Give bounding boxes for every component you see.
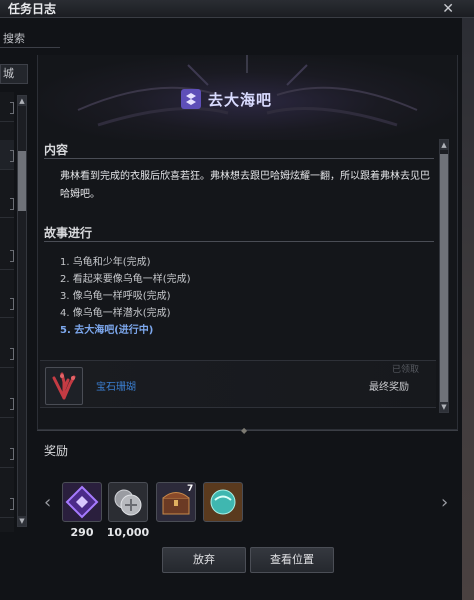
story-step-active: 5. 去大海吧(进行中) <box>60 325 154 336</box>
view-location-button[interactable]: 查看位置 <box>250 547 334 573</box>
quest-name: 去大海吧 <box>208 90 273 109</box>
chevron-left-icon[interactable]: ‹ <box>44 492 51 513</box>
section-divider <box>37 430 458 431</box>
list-marker <box>10 498 14 510</box>
detail-scrollbar[interactable]: ▲ ▼ <box>439 139 449 413</box>
list-marker <box>10 250 14 262</box>
list-marker <box>10 348 14 360</box>
scroll-thumb[interactable] <box>440 154 448 404</box>
list-item[interactable] <box>0 338 14 368</box>
list-item[interactable] <box>0 188 14 218</box>
list-marker <box>10 298 14 310</box>
story-heading: 故事进行 <box>44 226 93 240</box>
story-steps: 1. 乌龟和少年(完成) 2. 看起来要像乌龟一样(完成) 3. 像乌龟一样呼吸… <box>60 254 191 339</box>
reward-slot[interactable] <box>62 482 102 522</box>
coral-gem-icon <box>52 372 76 400</box>
story-step: 4. 像乌龟一样潜水(完成) <box>60 308 171 319</box>
quest-title: 去大海吧 <box>180 86 272 112</box>
list-item[interactable] <box>0 288 14 318</box>
scroll-down-icon[interactable]: ▼ <box>18 516 26 526</box>
cyan-orb-icon <box>210 489 236 515</box>
scroll-up-icon[interactable]: ▲ <box>18 96 26 106</box>
scroll-up-icon[interactable]: ▲ <box>440 140 448 150</box>
story-step: 2. 看起来要像乌龟一样(完成) <box>60 274 191 285</box>
list-item[interactable] <box>0 488 14 518</box>
silver-coins-icon <box>114 489 142 516</box>
reward-count: 10,000 <box>106 526 150 539</box>
list-item[interactable] <box>0 140 14 170</box>
ornament-icon: ◆ <box>241 426 248 435</box>
quest-log-window: 任务日志 ✕ 搜索 城 ▲ ▼ 去大海吧 内容 弗林看到完成的衣服后欣喜若狂。弗… <box>0 0 474 600</box>
quest-description: 弗林看到完成的衣服后欣喜若狂。弗林想去跟巴哈姆炫耀一翻，所以跟着弗林去见巴哈姆吧… <box>60 171 430 200</box>
claimed-status: 已领取 <box>392 365 420 375</box>
content-heading: 内容 <box>44 143 69 157</box>
quest-list-scrollbar[interactable]: ▲ ▼ <box>17 95 27 527</box>
list-item[interactable] <box>0 240 14 270</box>
list-marker <box>10 102 14 114</box>
divider <box>44 241 434 242</box>
rune-crystal-icon <box>65 485 99 519</box>
divider <box>44 158 434 159</box>
reward-badge: 7 <box>187 484 194 494</box>
quest-rune-icon <box>181 89 201 109</box>
scroll-thumb[interactable] <box>18 151 26 211</box>
reward-slot[interactable] <box>203 482 243 522</box>
category-filter[interactable]: 城 <box>0 64 28 84</box>
chevron-right-icon[interactable]: › <box>441 492 448 513</box>
story-step: 1. 乌龟和少年(完成) <box>60 257 151 268</box>
search-tab[interactable]: 搜索 <box>0 30 60 48</box>
final-reward-slot[interactable] <box>45 367 83 405</box>
rewards-heading: 奖励 <box>44 444 69 458</box>
story-step: 3. 像乌龟一样呼吸(完成) <box>60 291 171 302</box>
list-marker <box>10 448 14 460</box>
list-marker <box>10 398 14 410</box>
window-title: 任务日志 <box>8 2 57 16</box>
background-scenery <box>462 0 474 600</box>
list-item[interactable] <box>0 92 14 122</box>
title-bar: 任务日志 ✕ <box>0 0 474 18</box>
final-reward-label: 最终奖励 <box>369 382 409 393</box>
list-marker <box>10 150 14 162</box>
reward-count: 290 <box>70 526 94 539</box>
scroll-down-icon[interactable]: ▼ <box>440 402 448 412</box>
final-reward-name[interactable]: 宝石珊瑚 <box>96 378 136 393</box>
list-marker <box>10 198 14 210</box>
reward-slot[interactable] <box>108 482 148 522</box>
close-icon[interactable]: ✕ <box>442 0 454 18</box>
quest-list <box>0 92 14 532</box>
list-item[interactable] <box>0 438 14 468</box>
abandon-button[interactable]: 放弃 <box>162 547 246 573</box>
list-item[interactable] <box>0 388 14 418</box>
